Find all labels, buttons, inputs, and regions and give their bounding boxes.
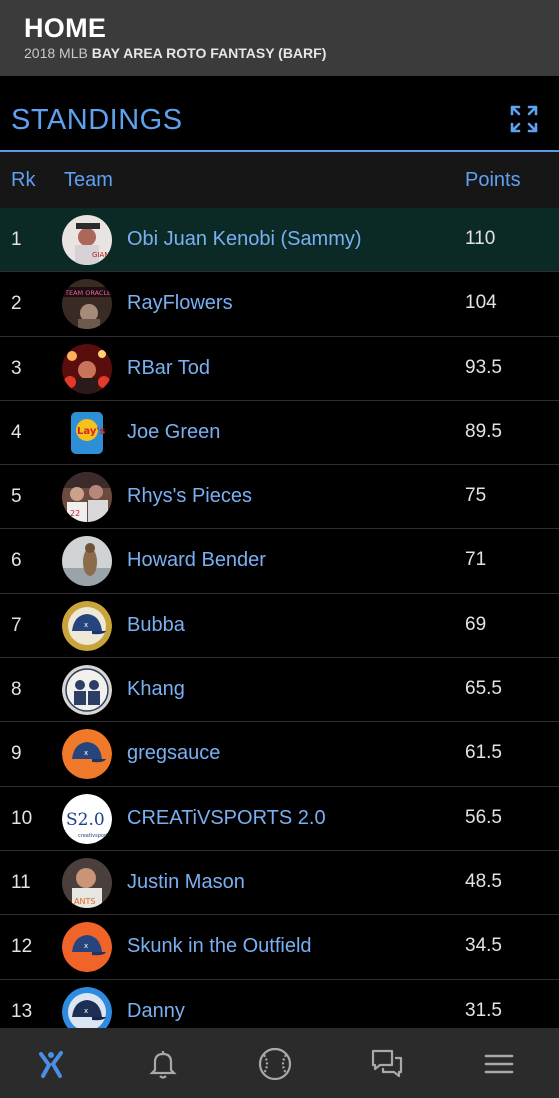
points-cell: 34.5 [465, 935, 502, 957]
team-name-link[interactable]: gregsauce [127, 742, 220, 765]
table-row[interactable]: 1 GIANTS Obi Juan Kenobi (Sammy) 110 [0, 208, 559, 273]
team-avatar: x [62, 729, 112, 780]
team-name-link[interactable]: CREATiVSPORTS 2.0 [127, 807, 326, 830]
menu-icon[interactable] [479, 1044, 519, 1084]
team-avatar: Lay's [62, 407, 112, 458]
svg-text:ANTS: ANTS [74, 897, 95, 906]
rank-cell: 8 [11, 679, 22, 701]
league-subtitle: 2018 MLB BAY AREA ROTO FANTASY (BARF) [24, 45, 535, 61]
top-bar: HOME 2018 MLB BAY AREA ROTO FANTASY (BAR… [0, 0, 559, 76]
team-name-link[interactable]: RBar Tod [127, 357, 210, 380]
standings-table: 1 GIANTS Obi Juan Kenobi (Sammy) 110 2 T… [0, 208, 559, 1044]
standings-title: STANDINGS [11, 104, 183, 136]
team-name-link[interactable]: Bubba [127, 614, 185, 637]
points-cell: 110 [465, 228, 496, 249]
rank-cell: 12 [11, 936, 33, 958]
team-name-link[interactable]: Danny [127, 1000, 185, 1023]
team-name-link[interactable]: Skunk in the Outfield [127, 935, 312, 958]
rank-cell: 11 [11, 871, 31, 893]
points-cell: 75 [465, 485, 487, 507]
rank-cell: 1 [11, 229, 22, 250]
home-icon[interactable] [31, 1044, 71, 1084]
svg-text:creativsports: creativsports [78, 833, 111, 839]
table-row[interactable]: 10 S2.0 creativsports CREATiVSPORTS 2.0 5… [0, 787, 559, 851]
league-name: BAY AREA ROTO FANTASY (BARF) [91, 45, 327, 61]
table-row[interactable]: 11 ANTS Justin Mason 48.5 [0, 851, 559, 916]
rank-cell: 6 [11, 550, 22, 572]
points-cell: 89.5 [465, 420, 502, 442]
chat-icon[interactable] [367, 1044, 407, 1084]
standings-column-header: Rk Team Points [0, 152, 559, 208]
points-cell: 93.5 [465, 356, 502, 378]
avatar-caption: TEAM ORACLE [64, 289, 111, 297]
team-column-header[interactable]: Team [64, 169, 113, 192]
table-row[interactable]: 6 Howard Bender 71 [0, 529, 559, 594]
svg-text:x: x [84, 621, 88, 629]
avatar-caption: Lay's [77, 426, 105, 437]
points-cell: 104 [465, 292, 497, 314]
team-avatar [62, 665, 112, 716]
table-row[interactable]: 3 RBar Tod 93.5 [0, 337, 559, 401]
team-name-link[interactable]: Khang [127, 678, 185, 701]
rank-cell: 9 [11, 743, 22, 765]
rank-cell: 7 [11, 614, 22, 636]
table-row[interactable]: 9 x gregsauce 61.5 [0, 722, 559, 787]
table-row[interactable]: 5 22 Rhys's Pieces 75 [0, 465, 559, 530]
baseball-icon[interactable] [255, 1044, 295, 1084]
svg-text:x: x [84, 1007, 88, 1015]
season-label: 2018 MLB [24, 45, 88, 61]
points-cell: 56.5 [465, 806, 502, 828]
rank-cell: 10 [11, 807, 33, 829]
team-avatar: TEAM ORACLE [62, 279, 112, 330]
points-cell: 69 [465, 613, 487, 635]
points-column-header[interactable]: Points [465, 169, 521, 192]
points-cell: 65.5 [465, 678, 502, 700]
rank-cell: 2 [11, 293, 22, 315]
team-name-link[interactable]: Justin Mason [127, 871, 245, 894]
table-row[interactable]: 2 TEAM ORACLE RayFlowers 104 [0, 272, 559, 337]
rank-cell: 4 [11, 421, 22, 443]
svg-text:GIANTS: GIANTS [92, 251, 112, 259]
table-row[interactable]: 12 x Skunk in the Outfield 34.5 [0, 915, 559, 980]
team-avatar [62, 536, 112, 587]
team-avatar [62, 343, 112, 394]
team-avatar: S2.0 creativsports [62, 793, 112, 844]
table-row[interactable]: 8 Khang 65.5 [0, 658, 559, 723]
points-cell: 48.5 [465, 870, 502, 892]
svg-text:x: x [84, 749, 88, 757]
points-cell: 31.5 [465, 999, 502, 1021]
table-row[interactable]: 4 Lay's Joe Green 89.5 [0, 401, 559, 466]
team-name-link[interactable]: Joe Green [127, 421, 220, 444]
team-avatar: ANTS [62, 857, 112, 908]
team-name-link[interactable]: Howard Bender [127, 549, 266, 572]
standings-header: STANDINGS [0, 76, 559, 152]
expand-icon[interactable] [509, 104, 539, 134]
rank-column-header[interactable]: Rk [11, 169, 35, 192]
page-title: HOME [24, 13, 107, 43]
avatar-caption: S2.0 [66, 810, 105, 830]
svg-text:x: x [84, 942, 88, 950]
svg-text:22: 22 [70, 509, 80, 518]
team-name-link[interactable]: Rhys's Pieces [127, 485, 252, 508]
rank-cell: 13 [11, 1000, 33, 1022]
rank-cell: 5 [11, 486, 22, 508]
bell-icon[interactable] [143, 1044, 183, 1084]
team-name-link[interactable]: Obi Juan Kenobi (Sammy) [127, 228, 362, 251]
team-avatar: 22 [62, 472, 112, 523]
team-avatar: x [62, 922, 112, 973]
team-name-link[interactable]: RayFlowers [127, 292, 233, 315]
team-avatar: GIANTS [62, 215, 112, 265]
rank-cell: 3 [11, 357, 22, 379]
points-cell: 71 [465, 549, 487, 571]
points-cell: 61.5 [465, 742, 502, 764]
table-row[interactable]: 7 x Bubba 69 [0, 594, 559, 659]
team-avatar: x [62, 600, 112, 651]
bottom-navigation [0, 1028, 559, 1098]
